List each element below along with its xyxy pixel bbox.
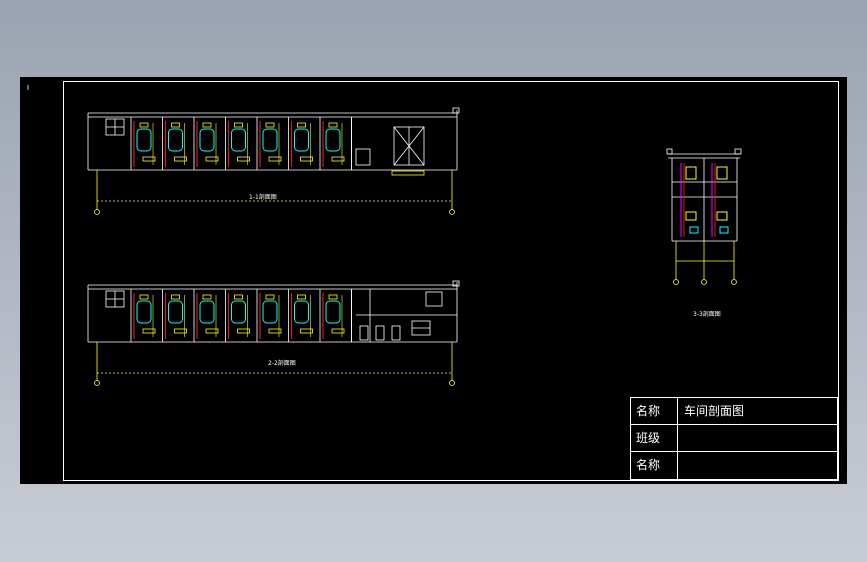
equipment-outline [262, 128, 278, 152]
equipment-outline [168, 300, 183, 324]
equipment-outline [294, 128, 309, 152]
equipment-label [234, 122, 243, 128]
equipment-outline [136, 128, 152, 152]
title-block: 名称 车间剖面图 班级 名称 [630, 397, 838, 480]
drawing-name-value: 车间剖面图 [684, 404, 745, 418]
equipment-outline [262, 300, 278, 324]
equipment-label [234, 294, 243, 300]
section-1-1-axes [94, 170, 455, 215]
section-3-3-label: 3-3剖面图 [693, 311, 721, 318]
equipment-label [139, 122, 149, 128]
title-block-key: 名称 [631, 452, 678, 479]
equipment-label [328, 294, 338, 300]
section-3-3-elevation [666, 148, 742, 242]
title-block-row: 名称 [631, 452, 837, 479]
section-3-3-axes [673, 241, 737, 285]
equipment-outline [325, 300, 341, 324]
section-1-1-label: 1-1剖面图 [249, 194, 277, 201]
equipment-label [297, 294, 306, 300]
equipment-outline [231, 128, 246, 152]
section-3-3-details [680, 163, 729, 237]
equipment-outline [136, 300, 152, 324]
section-1-1-elevation [87, 107, 460, 171]
equipment-outline [199, 128, 215, 152]
equipment-label [297, 122, 306, 128]
equipment-outline [294, 300, 309, 324]
equipment-outline [168, 128, 183, 152]
equipment-label [265, 294, 275, 300]
equipment-outline [231, 300, 246, 324]
title-block-row: 名称 车间剖面图 [631, 398, 837, 425]
title-block-key: 班级 [631, 425, 678, 451]
equipment-label [265, 122, 275, 128]
equipment-label [171, 294, 180, 300]
equipment-label [202, 122, 212, 128]
equipment-label [139, 294, 149, 300]
equipment-label [328, 122, 338, 128]
section-2-2-label: 2-2剖面图 [268, 360, 296, 367]
equipment-label [202, 294, 212, 300]
title-block-key: 名称 [631, 398, 678, 424]
equipment-outline [325, 128, 341, 152]
equipment-outline [199, 300, 215, 324]
title-block-row: 班级 [631, 425, 837, 452]
equipment-label [171, 122, 180, 128]
drawing-canvas[interactable]: 1-1剖面图 2-2剖面图 3-3剖面图 名称 车间剖面图 班级 名称 [20, 77, 847, 484]
section-2-2-elevation [87, 280, 460, 343]
